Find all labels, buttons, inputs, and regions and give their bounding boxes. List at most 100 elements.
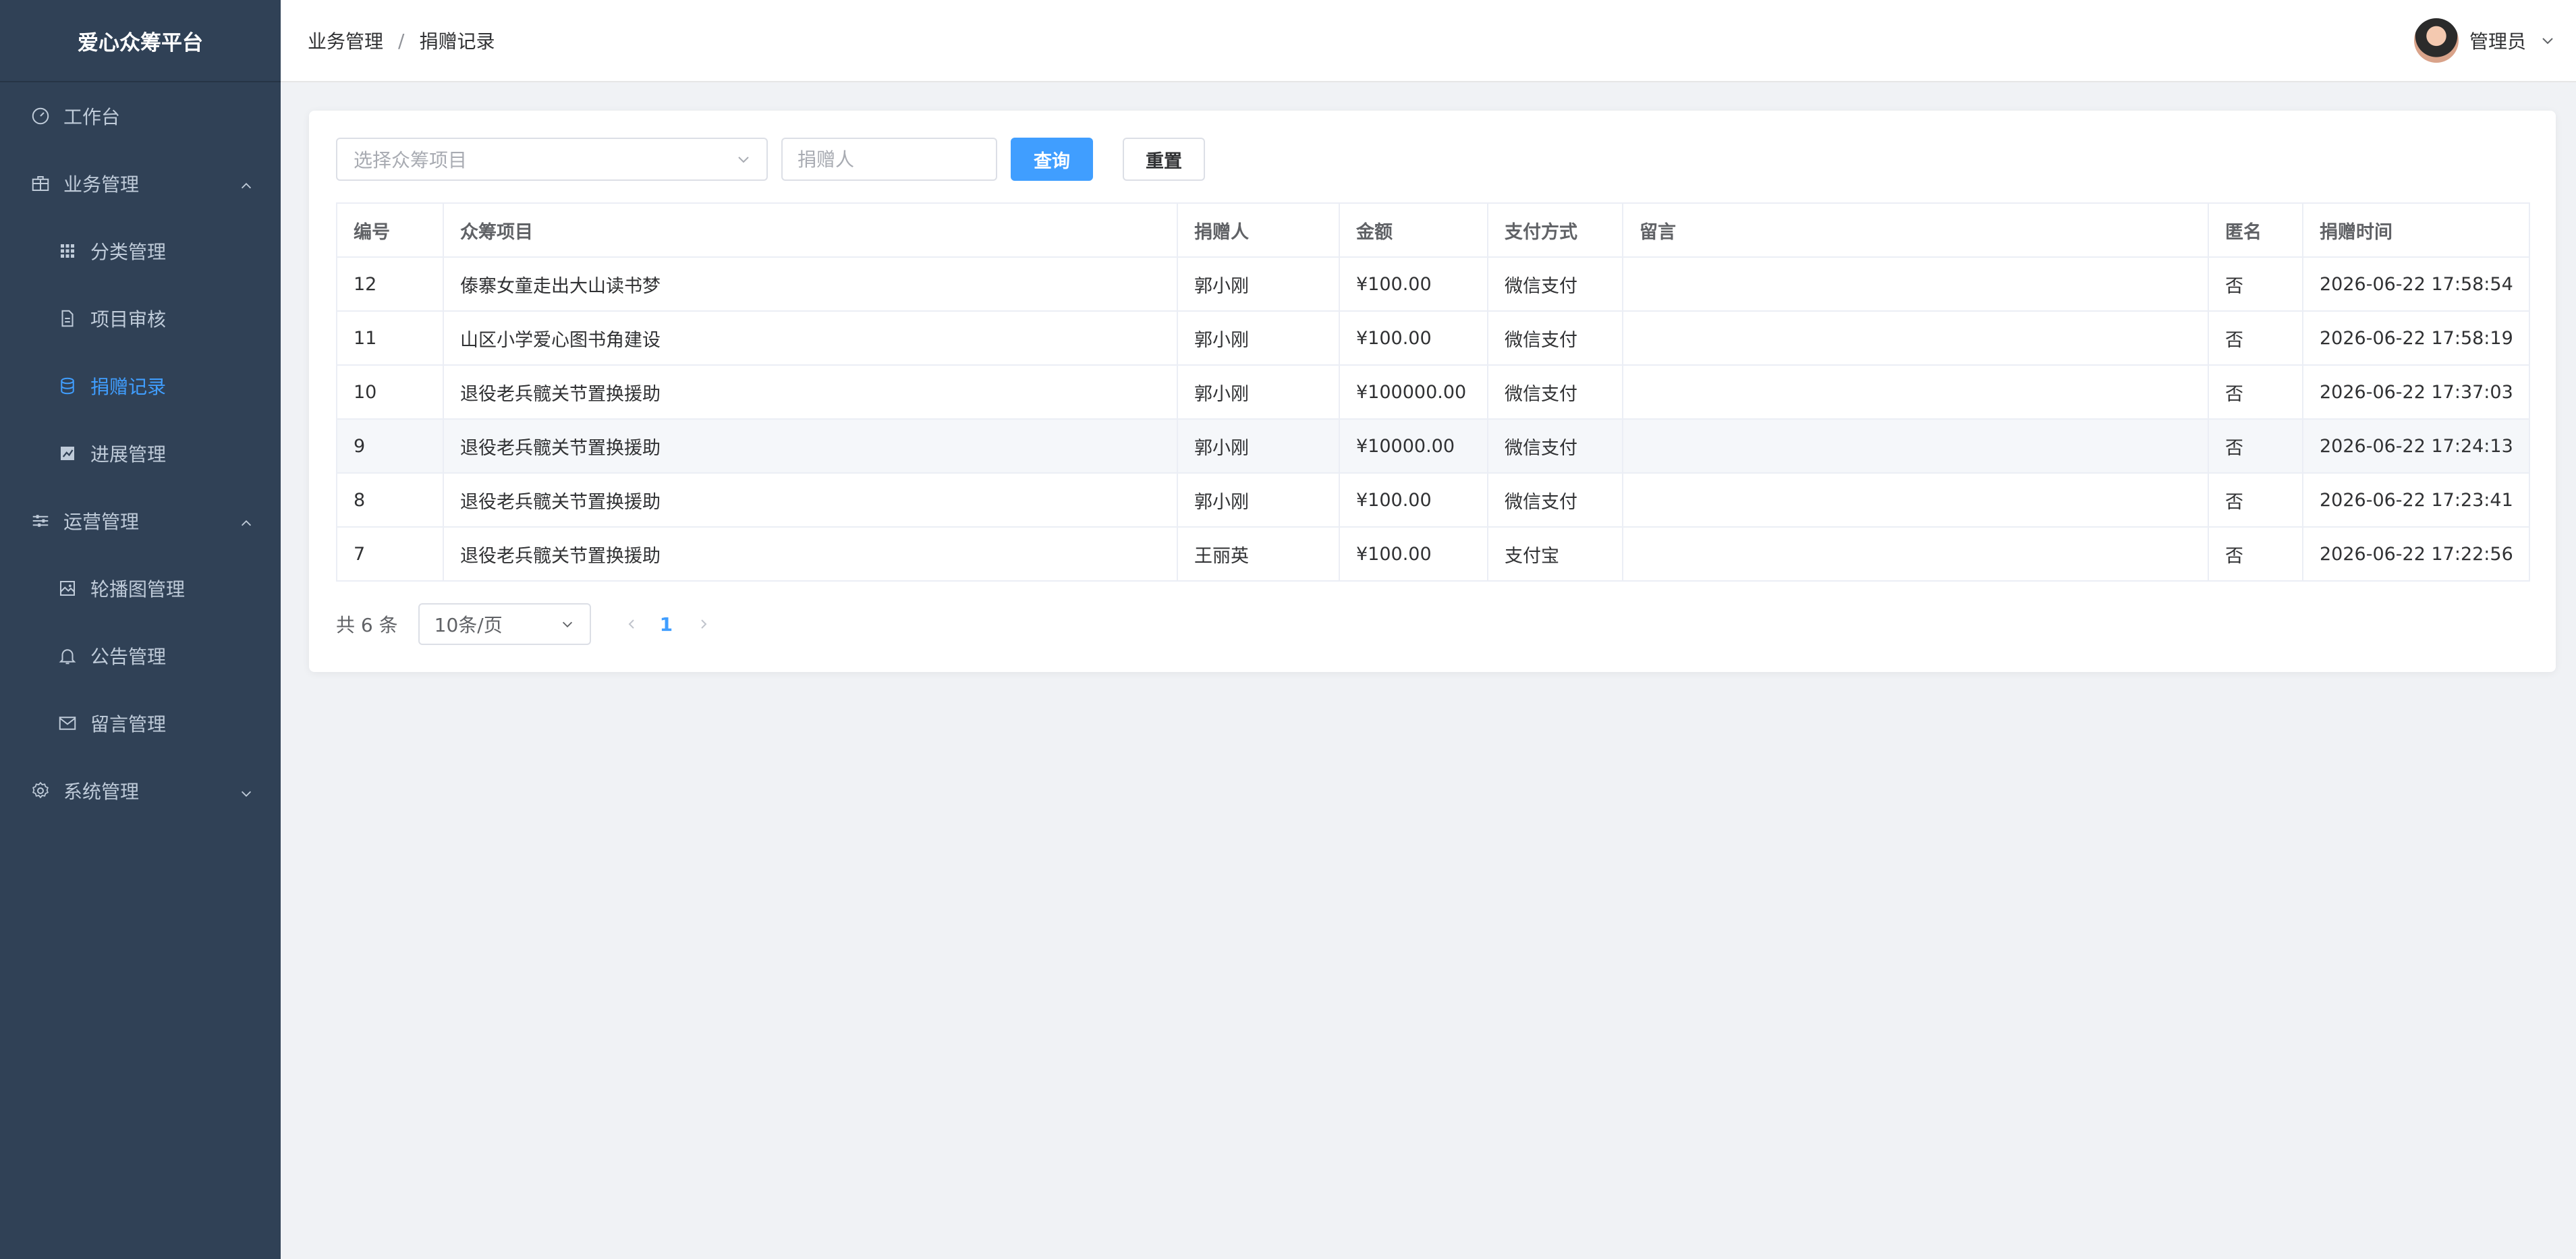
chevron-down-icon <box>738 157 749 163</box>
user-name[interactable]: 管理员 <box>2469 27 2526 54</box>
table-cell: 退役老兵髋关节置换援助 <box>443 365 1178 420</box>
sidebar-item-4[interactable]: 捐赠记录 <box>0 352 281 420</box>
table-cell: 否 <box>2208 527 2303 582</box>
breadcrumb-item-business[interactable]: 业务管理 <box>308 27 383 54</box>
table-cell <box>1623 419 2209 474</box>
column-header: 留言 <box>1623 203 2209 258</box>
table-cell: 2026-06-22 17:37:03 <box>2303 365 2530 420</box>
table-cell: 微信支付 <box>1488 419 1623 474</box>
chevron-right-icon <box>701 619 707 629</box>
donor-input[interactable] <box>781 138 997 181</box>
table-cell: ¥10000.00 <box>1339 419 1488 474</box>
table-row[interactable]: 7 退役老兵髋关节置换援助 王丽英 ¥100.00 支付宝 否 2026-06-22 17:… <box>337 527 2530 582</box>
table-cell: 9 <box>337 419 444 474</box>
prev-page-button[interactable] <box>618 611 645 638</box>
table-cell: 郭小刚 <box>1177 311 1340 366</box>
sidebar-item-7[interactable]: 轮播图管理 <box>0 555 281 622</box>
page-size-select[interactable]: 10条/页 <box>418 603 591 645</box>
table-cell: 郭小刚 <box>1177 419 1340 474</box>
table-cell: ¥100.00 <box>1339 527 1488 582</box>
next-page-button[interactable] <box>690 611 717 638</box>
table-cell: 郭小刚 <box>1177 257 1340 312</box>
table-cell: ¥100.00 <box>1339 257 1488 312</box>
top-header: 业务管理 / 捐赠记录 管理员 <box>281 0 2576 82</box>
filter-bar: 选择众筹项目 查询 重置 <box>336 138 1205 181</box>
sidebar-item-5[interactable]: 进展管理 <box>0 420 281 487</box>
sidebar-item-10[interactable]: 系统管理 <box>0 757 281 824</box>
table-cell: 2026-06-22 17:23:41 <box>2303 473 2530 528</box>
column-header: 捐赠时间 <box>2303 203 2530 258</box>
chart-icon <box>57 443 78 464</box>
table-row[interactable]: 12 傣寨女童走出大山读书梦 郭小刚 ¥100.00 微信支付 否 2026-06-22 1… <box>337 257 2530 312</box>
sliders-icon <box>30 510 51 532</box>
sidebar-item-1[interactable]: 业务管理 <box>0 150 281 217</box>
sidebar-item-label: 系统管理 <box>63 781 140 803</box>
table-row[interactable]: 8 退役老兵髋关节置换援助 郭小刚 ¥100.00 微信支付 否 2026-06-22 17… <box>337 473 2530 528</box>
table-cell: 支付宝 <box>1488 527 1623 582</box>
user-menu[interactable]: 管理员 <box>2413 18 2556 63</box>
table-cell: 2026-06-22 17:22:56 <box>2303 527 2530 582</box>
chevron-up-icon <box>239 513 254 528</box>
sidebar-item-9[interactable]: 留言管理 <box>0 690 281 757</box>
table-cell: ¥100000.00 <box>1339 365 1488 420</box>
table-cell: 否 <box>2208 257 2303 312</box>
table-cell: ¥100.00 <box>1339 473 1488 528</box>
table-cell: 傣寨女童走出大山读书梦 <box>443 257 1178 312</box>
sidebar-item-label: 运营管理 <box>63 511 140 533</box>
grid-icon <box>57 240 78 262</box>
briefcase-icon <box>30 173 51 194</box>
donation-table: 编号 众筹项目 捐赠人 金额 支付方式 留言 匿名 捐赠时间 12 傣寨女童走出大山读书梦 郭小刚… <box>336 202 2530 582</box>
sidebar-item-label: 工作台 <box>63 106 121 128</box>
table-cell <box>1623 311 2209 366</box>
table-cell: 山区小学爱心图书角建设 <box>443 311 1178 366</box>
table-cell <box>1623 527 2209 582</box>
table-cell: 2026-06-22 17:58:54 <box>2303 257 2530 312</box>
database-icon <box>57 375 78 397</box>
sidebar-item-label: 公告管理 <box>90 646 167 668</box>
chevron-down-icon <box>239 783 254 798</box>
sidebar-menu: 工作台业务管理分类管理项目审核 捐赠记录 进展管理运营管理轮播图管理公告管理留言管理… <box>0 82 281 824</box>
reset-button[interactable]: 重置 <box>1123 138 1205 181</box>
table-cell <box>1623 365 2209 420</box>
table-cell: 否 <box>2208 365 2303 420</box>
column-header: 众筹项目 <box>443 203 1178 258</box>
breadcrumb: 业务管理 / 捐赠记录 <box>308 27 495 54</box>
sidebar-item-label: 分类管理 <box>90 241 167 263</box>
table-cell: 2026-06-22 17:24:13 <box>2303 419 2530 474</box>
sidebar-item-3[interactable]: 项目审核 <box>0 285 281 352</box>
project-select[interactable]: 选择众筹项目 <box>336 138 768 181</box>
table-cell: 郭小刚 <box>1177 473 1340 528</box>
page-size-value: 10条/页 <box>434 614 503 636</box>
chevron-down-icon <box>562 621 572 627</box>
page-number-current[interactable]: 1 <box>660 613 673 636</box>
table-row[interactable]: 11 山区小学爱心图书角建设 郭小刚 ¥100.00 微信支付 否 2026-06-22 1… <box>337 311 2530 366</box>
breadcrumb-item-current: 捐赠记录 <box>419 30 495 53</box>
picture-icon <box>57 578 78 599</box>
chevron-left-icon <box>628 619 634 629</box>
table-cell: 郭小刚 <box>1177 365 1340 420</box>
table-cell <box>1623 473 2209 528</box>
sidebar: 爱心众筹平台 工作台业务管理分类管理项目审核 捐赠记录 进展管理运营管理轮播图管理公… <box>0 0 281 1259</box>
table-cell: 否 <box>2208 419 2303 474</box>
table-body: 12 傣寨女童走出大山读书梦 郭小刚 ¥100.00 微信支付否 2026-06-22 1… <box>337 257 2530 582</box>
sidebar-item-label: 留言管理 <box>90 713 167 735</box>
table-cell: 11 <box>337 311 444 366</box>
table-cell: 微信支付 <box>1488 257 1623 312</box>
sidebar-item-8[interactable]: 公告管理 <box>0 622 281 690</box>
sidebar-item-2[interactable]: 分类管理 <box>0 217 281 285</box>
table-header-row: 编号 众筹项目 捐赠人 金额 支付方式 留言 匿名 捐赠时间 <box>337 203 2530 258</box>
query-button[interactable]: 查询 <box>1011 138 1093 181</box>
sidebar-item-6[interactable]: 运营管理 <box>0 487 281 555</box>
avatar[interactable] <box>2413 18 2459 63</box>
table-row[interactable]: 9 退役老兵髋关节置换援助 郭小刚 ¥10000.00 微信支付 否 2026-06-22 … <box>337 419 2530 474</box>
pagination-total: 共 6 条 <box>336 614 398 636</box>
app-logo-title: 爱心众筹平台 <box>0 0 281 82</box>
chevron-down-icon[interactable] <box>2540 32 2556 49</box>
chevron-up-icon <box>239 176 254 191</box>
table-cell: 退役老兵髋关节置换援助 <box>443 473 1178 528</box>
project-select-placeholder: 选择众筹项目 <box>354 149 468 171</box>
sidebar-item-0[interactable]: 工作台 <box>0 82 281 150</box>
column-header: 金额 <box>1339 203 1488 258</box>
table-cell: 否 <box>2208 311 2303 366</box>
table-row[interactable]: 10 退役老兵髋关节置换援助 郭小刚 ¥100000.00 微信支付 否 2026-06-2… <box>337 365 2530 420</box>
